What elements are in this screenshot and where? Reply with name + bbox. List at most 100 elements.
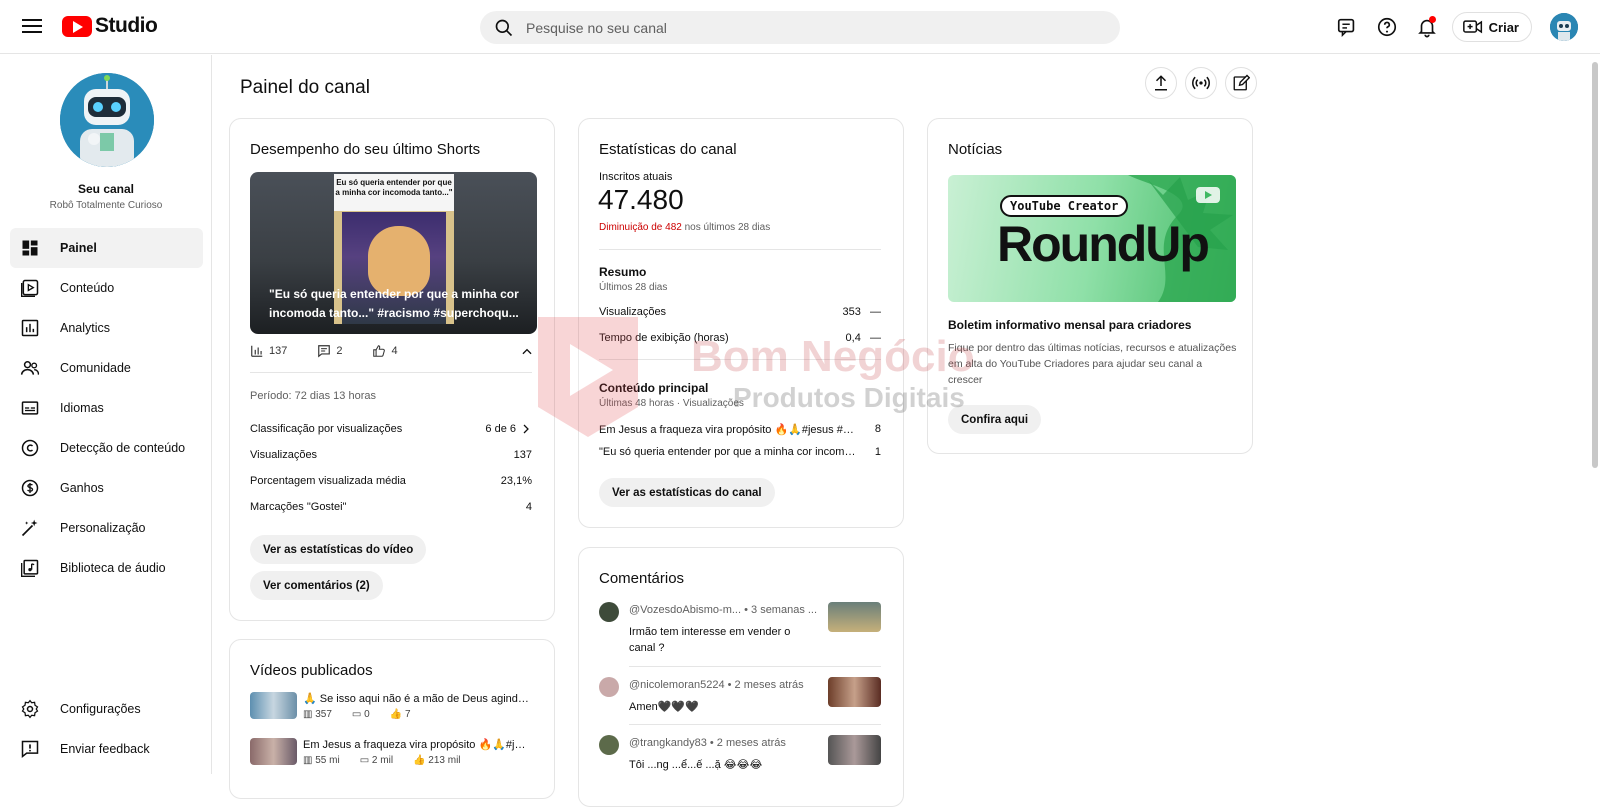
- notification-badge: [1428, 16, 1436, 23]
- views-value: 353: [842, 306, 861, 318]
- rank-value: 6 de 6: [485, 423, 516, 435]
- page-title: Painel do canal: [240, 77, 370, 98]
- sidebar-item-label: Analytics: [60, 321, 111, 335]
- video-stats-button[interactable]: Ver as estatísticas do vídeo: [250, 535, 427, 564]
- stat-value: 4: [525, 501, 532, 513]
- top-content-period: Últimas 48 horas · Visualizações: [599, 398, 744, 409]
- trend-indicator: —: [870, 332, 881, 344]
- scrollbar[interactable]: [1592, 62, 1598, 468]
- video-title: Em Jesus a fraqueza vira propósito 🔥🙏#je…: [303, 739, 531, 751]
- studio-logo[interactable]: Studio: [62, 14, 158, 38]
- analytics-icon: [251, 345, 263, 357]
- top-actions: Criar: [1332, 12, 1578, 42]
- video-item[interactable]: 🙏 Se isso aqui não é a mão de Deus agind…: [250, 692, 531, 720]
- video-stats: ▥ 55 mi ▭ 2 mil 👍 213 mil: [303, 755, 531, 766]
- summary-row-views: Visualizações 353 —: [599, 306, 881, 318]
- collapse-chevron-icon[interactable]: [520, 345, 534, 359]
- news-cta-button[interactable]: Confira aqui: [948, 405, 1042, 434]
- sidebar: Seu canal Robô Totalmente Curioso Painel…: [0, 55, 212, 774]
- search-input[interactable]: [526, 11, 1086, 44]
- stat-row-likes: Marcações "Gostei" 4: [250, 501, 532, 513]
- comment-icon: [318, 345, 331, 358]
- go-live-button[interactable]: [1185, 67, 1217, 99]
- views-stat: 137: [250, 344, 287, 358]
- banner-title: RoundUp: [997, 216, 1210, 272]
- notifications-icon[interactable]: [1412, 12, 1442, 42]
- video-stats: ▥ 357 ▭ 0 👍 7: [303, 709, 531, 720]
- divider: [599, 249, 881, 250]
- sidebar-item-label: Configurações: [60, 702, 141, 716]
- top-content-row[interactable]: "Eu só queria entender por que a minha c…: [599, 446, 881, 458]
- channel-stats-card: Estatísticas do canal Inscritos atuais 4…: [578, 118, 904, 528]
- view-comments-button[interactable]: Ver comentários (2): [250, 571, 383, 600]
- comment-author: @trangkandy83: [629, 737, 707, 749]
- comment-author: @VozesdoAbismo-m...: [629, 604, 742, 616]
- news-body: Fique por dentro das últimas notícias, r…: [948, 342, 1237, 386]
- stat-value: 0,4 —: [846, 332, 881, 344]
- trend-indicator: —: [870, 306, 881, 318]
- sidebar-item-painel[interactable]: Painel: [10, 228, 203, 268]
- sidebar-item-analytics[interactable]: Analytics: [10, 308, 203, 348]
- news-title: Boletim informativo mensal para criadore…: [948, 318, 1192, 332]
- header-actions: [1145, 67, 1257, 99]
- upload-icon: [1155, 75, 1167, 91]
- comments-stat: 2: [317, 344, 342, 358]
- magic-wand-icon: [21, 519, 38, 537]
- stat-value: 137: [513, 449, 532, 461]
- channel-avatar[interactable]: [60, 73, 154, 167]
- sidebar-item-conteudo[interactable]: Conteúdo: [10, 268, 203, 308]
- divider: [629, 724, 881, 725]
- published-videos-card: Vídeos publicados 🙏 Se isso aqui não é a…: [229, 639, 555, 799]
- top-content-row[interactable]: Em Jesus a fraqueza vira propósito 🔥🙏#je…: [599, 423, 881, 436]
- sidebar-item-biblioteca-audio[interactable]: Biblioteca de áudio: [10, 548, 203, 588]
- comment-item[interactable]: @VozesdoAbismo-m... • 3 semanas ... Irmã…: [599, 602, 881, 662]
- comment-item[interactable]: @nicolemoran5224 • 2 meses atrás Amen🖤🖤🖤: [599, 677, 881, 721]
- shorts-thumbnail[interactable]: Eu só queria entender por que a minha co…: [250, 172, 537, 334]
- account-avatar[interactable]: [1550, 13, 1578, 41]
- shorts-performance-card: Desempenho do seu último Shorts Eu só qu…: [229, 118, 555, 621]
- stat-value: 6 de 6: [485, 423, 532, 435]
- help-icon[interactable]: [1372, 12, 1402, 42]
- channel-stats-button[interactable]: Ver as estatísticas do canal: [599, 478, 775, 507]
- create-post-button[interactable]: [1225, 67, 1257, 99]
- comment-item[interactable]: @trangkandy83 • 2 meses atrás Tôi ...ng …: [599, 735, 881, 779]
- video-title: 🙏 Se isso aqui não é a mão de Deus agind…: [303, 693, 531, 705]
- sidebar-item-personalizacao[interactable]: Personalização: [10, 508, 203, 548]
- news-card: Notícias YouTube Creator RoundUp Boletim…: [927, 118, 1253, 454]
- sidebar-item-label: Enviar feedback: [60, 742, 150, 756]
- likes-stat: 👍 7: [389, 709, 411, 720]
- sidebar-item-deteccao[interactable]: Detecção de conteúdo: [10, 428, 203, 468]
- card-title: Notícias: [948, 141, 1003, 158]
- subtitles-icon: [21, 401, 39, 415]
- sidebar-item-feedback[interactable]: Enviar feedback: [10, 729, 203, 769]
- video-item[interactable]: Em Jesus a fraqueza vira propósito 🔥🙏#je…: [250, 738, 531, 766]
- main-content: Painel do canal Desempenho do seu último…: [213, 55, 1587, 807]
- summary-heading: Resumo: [599, 265, 647, 279]
- menu-icon[interactable]: [22, 16, 42, 36]
- live-broadcast-icon: [1192, 76, 1210, 90]
- messages-icon[interactable]: [1332, 12, 1362, 42]
- search-icon: [495, 19, 513, 37]
- news-banner[interactable]: YouTube Creator RoundUp: [948, 175, 1236, 302]
- sidebar-item-ganhos[interactable]: Ganhos: [10, 468, 203, 508]
- comment-text: Tôi ...ng ...ể...ế ...ặ 😂😂😂: [629, 759, 763, 771]
- commenter-avatar: [599, 677, 619, 697]
- sidebar-item-label: Painel: [60, 241, 97, 255]
- search-bar[interactable]: [480, 11, 1120, 44]
- sidebar-bottom-nav: Configurações Enviar feedback: [10, 689, 203, 769]
- comments-count: 0: [364, 709, 370, 720]
- analytics-icon: [21, 319, 39, 337]
- stat-row-rank[interactable]: Classificação por visualizações 6 de 6: [250, 423, 532, 435]
- sidebar-item-configuracoes[interactable]: Configurações: [10, 689, 203, 729]
- stat-label: Marcações "Gostei": [250, 501, 347, 513]
- upload-button[interactable]: [1145, 67, 1177, 99]
- sidebar-item-comunidade[interactable]: Comunidade: [10, 348, 203, 388]
- dashboard-icon: [22, 240, 38, 256]
- sidebar-item-idiomas[interactable]: Idiomas: [10, 388, 203, 428]
- video-thumbnail: [250, 738, 297, 765]
- shorts-quick-stats: 137 2 4: [250, 344, 398, 358]
- content-value: 1: [874, 446, 881, 458]
- dollar-icon: [21, 479, 39, 497]
- create-button[interactable]: Criar: [1451, 12, 1532, 42]
- sidebar-item-label: Comunidade: [60, 361, 131, 375]
